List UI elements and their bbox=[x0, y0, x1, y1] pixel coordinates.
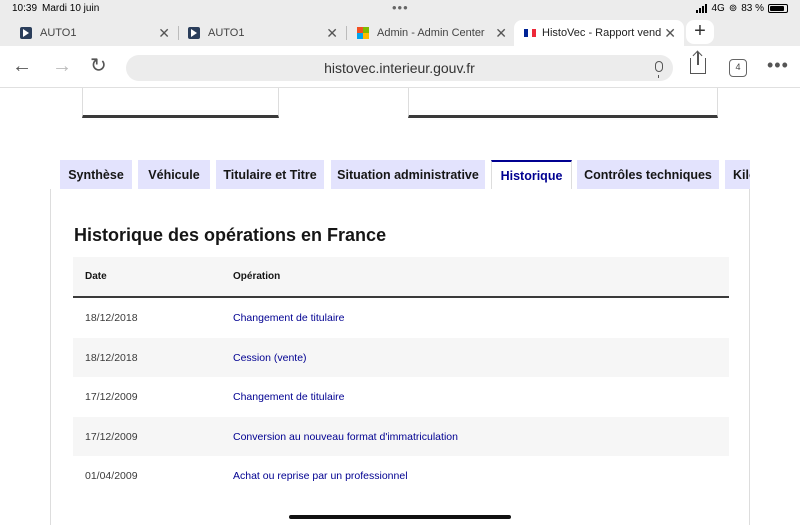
row-date: 18/12/2018 bbox=[85, 351, 138, 364]
report-tabs: Synthèse Véhicule Titulaire et Titre Sit… bbox=[60, 160, 750, 190]
signal-icon bbox=[696, 4, 708, 13]
admin-center-icon bbox=[357, 27, 369, 39]
status-date: Mardi 10 juin bbox=[42, 3, 100, 14]
tab-count-button[interactable]: 4 bbox=[729, 59, 747, 77]
forward-arrow-icon[interactable]: → bbox=[52, 56, 72, 76]
browser-tab-bar: AUTO1 ✕ AUTO1 ✕ Admin - Admin Center ✕ H… bbox=[0, 18, 800, 46]
browser-toolbar: ← → ↻ histovec.interieur.gouv.fr 4 ••• bbox=[0, 46, 800, 88]
status-time: 10:39 bbox=[12, 3, 38, 14]
operations-table: Date Opération 18/12/2018 Changement de … bbox=[73, 257, 729, 496]
column-operation: Opération bbox=[233, 271, 281, 282]
row-date: 01/04/2009 bbox=[85, 470, 138, 482]
url-text: histovec.interieur.gouv.fr bbox=[324, 60, 475, 76]
row-operation: Conversion au nouveau format d'immatricu… bbox=[233, 430, 458, 443]
tab-controles-techniques[interactable]: Contrôles techniques bbox=[577, 160, 719, 190]
table-row: 17/12/2009 Changement de titulaire bbox=[73, 377, 729, 417]
tab-situation-administrative[interactable]: Situation administrative bbox=[331, 160, 485, 190]
browser-tab-admin-center[interactable]: Admin - Admin Center ✕ bbox=[341, 20, 515, 46]
row-operation: Changement de titulaire bbox=[233, 391, 345, 403]
tab-title: AUTO1 bbox=[40, 27, 77, 39]
new-tab-button[interactable]: + bbox=[686, 20, 714, 44]
close-tab-icon[interactable]: ✕ bbox=[326, 25, 338, 42]
close-tab-icon[interactable]: ✕ bbox=[664, 25, 676, 42]
table-row: 17/12/2009 Conversion au nouveau format … bbox=[73, 416, 729, 456]
status-bar: 10:39 Mardi 10 juin ••• 4G ⊚ 83 % bbox=[0, 0, 800, 18]
address-bar[interactable]: histovec.interieur.gouv.fr bbox=[126, 55, 673, 81]
reload-icon[interactable]: ↻ bbox=[90, 56, 107, 76]
row-date: 17/12/2009 bbox=[85, 391, 138, 403]
column-date: Date bbox=[85, 271, 107, 282]
more-menu-icon[interactable]: ••• bbox=[767, 55, 789, 75]
battery-percent: 83 % bbox=[741, 3, 764, 14]
tab-titulaire[interactable]: Titulaire et Titre bbox=[216, 160, 324, 190]
multitask-dots-icon[interactable]: ••• bbox=[392, 0, 409, 15]
row-date: 18/12/2018 bbox=[85, 312, 138, 324]
home-indicator[interactable] bbox=[289, 515, 511, 519]
card-bottom-left bbox=[82, 88, 279, 118]
historique-panel: Historique des opérations en France Date… bbox=[50, 189, 750, 525]
browser-tab-auto1-a[interactable]: AUTO1 ✕ bbox=[4, 20, 178, 46]
browser-tab-histovec[interactable]: HistoVec - Rapport vend ✕ bbox=[514, 20, 684, 46]
battery-icon bbox=[768, 4, 788, 13]
microphone-icon[interactable] bbox=[655, 61, 663, 78]
back-arrow-icon[interactable]: ← bbox=[12, 56, 32, 76]
close-tab-icon[interactable]: ✕ bbox=[158, 25, 170, 42]
section-title: Historique des opérations en France bbox=[74, 225, 387, 245]
tab-title: Admin - Admin Center bbox=[377, 27, 485, 39]
auto1-icon bbox=[20, 27, 32, 39]
table-row: 01/04/2009 Achat ou reprise par un profe… bbox=[73, 456, 729, 496]
row-operation: Cession (vente) bbox=[233, 351, 307, 364]
network-label: 4G bbox=[711, 3, 725, 14]
table-header: Date Opération bbox=[73, 257, 729, 298]
card-bottom-right bbox=[408, 88, 718, 118]
row-date: 17/12/2009 bbox=[85, 430, 138, 443]
tab-title: HistoVec - Rapport vend bbox=[542, 27, 662, 39]
table-row: 18/12/2018 Changement de titulaire bbox=[73, 298, 729, 338]
share-icon[interactable] bbox=[690, 52, 706, 74]
tab-synthese[interactable]: Synthèse bbox=[60, 160, 132, 190]
auto1-icon bbox=[188, 27, 200, 39]
browser-tab-auto1-b[interactable]: AUTO1 ✕ bbox=[172, 20, 346, 46]
status-right: 4G ⊚ 83 % bbox=[696, 3, 788, 14]
row-operation: Changement de titulaire bbox=[233, 312, 345, 324]
tab-title: AUTO1 bbox=[208, 27, 245, 39]
row-operation: Achat ou reprise par un professionnel bbox=[233, 470, 408, 482]
table-row: 18/12/2018 Cession (vente) bbox=[73, 337, 729, 377]
tab-vehicule[interactable]: Véhicule bbox=[138, 160, 210, 190]
close-tab-icon[interactable]: ✕ bbox=[495, 25, 507, 42]
page-content: Synthèse Véhicule Titulaire et Titre Sit… bbox=[0, 88, 800, 525]
orientation-lock-icon: ⊚ bbox=[728, 3, 738, 14]
french-flag-icon bbox=[524, 29, 536, 37]
tab-kilometrage[interactable]: Kilo bbox=[725, 160, 750, 190]
tab-historique[interactable]: Historique bbox=[491, 160, 572, 190]
